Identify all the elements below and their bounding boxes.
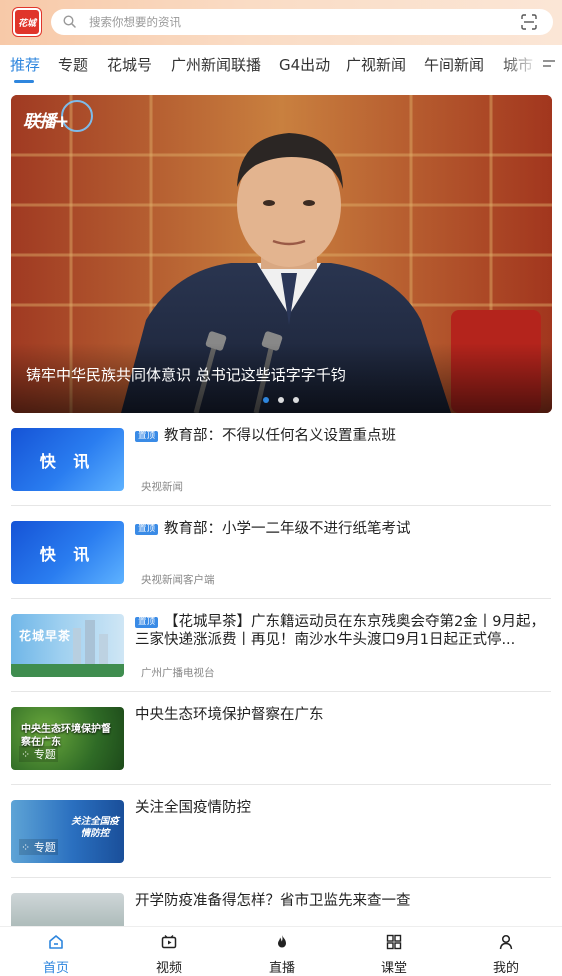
news-title: 置顶 【花城早茶】广东籍运动员在东京残奥会夺第2金丨9月起，三家快递涨派费丨再见！…	[135, 613, 551, 649]
tab-g4[interactable]: G4出动	[279, 54, 330, 75]
news-item[interactable]: 快 讯 置顶 教育部：不得以任何名义设置重点班 央视新闻	[11, 413, 551, 506]
news-title: 中央生态环境保护督察在广东	[135, 707, 324, 723]
news-title: 置顶 教育部：小学一二年级不进行纸笔考试	[135, 520, 551, 538]
nav-label: 直播	[268, 961, 295, 976]
bottom-navigation: 首页 视频 直播 课堂 我的	[0, 926, 562, 976]
tab-recommend[interactable]: 推荐	[10, 54, 40, 75]
active-tab-indicator	[14, 80, 34, 83]
home-icon	[49, 935, 63, 949]
banner-carousel[interactable]: 联播+ 铸牢中华民族共同体意识 总书记这些话字字千钧	[11, 95, 552, 413]
news-title-text: 教育部：不得以任何名义设置重点班	[164, 428, 397, 444]
news-item[interactable]: 关注全国疫情防控 ⁘ 专题 关注全国疫情防控	[11, 785, 551, 878]
tabs-fade	[500, 45, 540, 85]
carousel-dot[interactable]	[278, 397, 284, 403]
news-item[interactable]: 中央生态环境保护督察在广东 ⁘ 专题 中央生态环境保护督察在广东	[11, 692, 551, 785]
carousel-dot[interactable]	[263, 397, 269, 403]
channel-tabs: 推荐 专题 花城号 广州新闻联播 G4出动 广视新闻 午间新闻 城市	[0, 45, 562, 85]
banner-caption: 铸牢中华民族共同体意识 总书记这些话字字千钧	[26, 366, 346, 384]
menu-icon	[543, 60, 555, 67]
thumbnail-text: 关注全国疫情防控	[71, 816, 119, 839]
search-bar[interactable]	[51, 9, 553, 35]
nav-label: 首页	[42, 961, 69, 976]
news-item[interactable]: 快 讯 置顶 教育部：小学一二年级不进行纸笔考试 央视新闻客户端	[11, 506, 551, 599]
pin-badge: 置顶	[135, 431, 159, 442]
tab-gs-news[interactable]: 广视新闻	[346, 54, 406, 75]
city-skyline-image	[11, 620, 124, 677]
tab-topics[interactable]: 专题	[58, 54, 88, 75]
news-thumbnail: 花城早茶	[11, 614, 124, 677]
tab-huacheng[interactable]: 花城号	[107, 54, 152, 75]
news-title-text: 【花城早茶】广东籍运动员在东京残奥会夺第2金丨9月起，三家快递涨派费丨再见！南沙…	[135, 614, 545, 648]
news-title: 开学防疫准备得怎样？省市卫监先来查一查	[135, 893, 411, 909]
thumbnail-text: 花城早茶	[19, 629, 72, 643]
scan-icon[interactable]	[521, 14, 537, 30]
search-icon	[63, 15, 76, 28]
nav-label: 我的	[492, 961, 519, 976]
news-title: 关注全国疫情防控	[135, 800, 251, 816]
carousel-dot[interactable]	[293, 397, 299, 403]
news-thumbnail: 关注全国疫情防控 ⁘ 专题	[11, 800, 124, 863]
tab-noon-news[interactable]: 午间新闻	[424, 54, 484, 75]
banner-watermark: 联播+	[23, 112, 69, 132]
logo-text: 花城	[17, 18, 36, 29]
news-source: 央视新闻客户端	[141, 574, 215, 586]
pin-badge: 置顶	[135, 524, 159, 535]
flame-icon	[278, 935, 286, 948]
nav-classroom[interactable]: 课堂	[354, 927, 434, 976]
topic-tag-label: 专题	[33, 748, 56, 761]
news-thumbnail: 中央生态环境保护督察在广东 ⁘ 专题	[11, 707, 124, 770]
user-icon	[499, 934, 513, 950]
app-logo[interactable]: 花城	[13, 8, 41, 36]
nav-label: 视频	[155, 961, 182, 976]
nav-video[interactable]: 视频	[129, 927, 209, 976]
news-title-text: 教育部：小学一二年级不进行纸笔考试	[164, 521, 411, 537]
nav-label: 课堂	[380, 961, 407, 976]
topic-tag: ⁘ 专题	[19, 839, 58, 855]
news-thumbnail: 快 讯	[11, 521, 124, 584]
news-source: 广州广播电视台	[141, 667, 215, 679]
grid-icon	[386, 934, 402, 950]
top-bar: 花城	[0, 0, 562, 45]
topic-tag-label: 专题	[33, 841, 56, 854]
nav-mine[interactable]: 我的	[466, 927, 546, 976]
news-source: 央视新闻	[141, 481, 183, 493]
news-item[interactable]: 花城早茶 置顶 【花城早茶】广东籍运动员在东京残奥会夺第2金丨9月起，三家快递涨派…	[11, 599, 551, 692]
tab-gz-news-broadcast[interactable]: 广州新闻联播	[171, 54, 261, 75]
pin-badge: 置顶	[135, 617, 159, 628]
news-title: 置顶 教育部：不得以任何名义设置重点班	[135, 427, 551, 445]
nav-live[interactable]: 直播	[242, 927, 322, 976]
nav-home[interactable]: 首页	[16, 927, 96, 976]
tabs-menu-button[interactable]	[536, 45, 562, 85]
video-icon	[161, 935, 177, 949]
search-input[interactable]	[89, 12, 489, 32]
topic-tag: ⁘ 专题	[19, 746, 58, 762]
thumbnail-text: 快 讯	[39, 451, 96, 471]
thumbnail-text: 快 讯	[39, 544, 96, 564]
carousel-indicator	[263, 397, 299, 403]
news-thumbnail: 快 讯	[11, 428, 124, 491]
